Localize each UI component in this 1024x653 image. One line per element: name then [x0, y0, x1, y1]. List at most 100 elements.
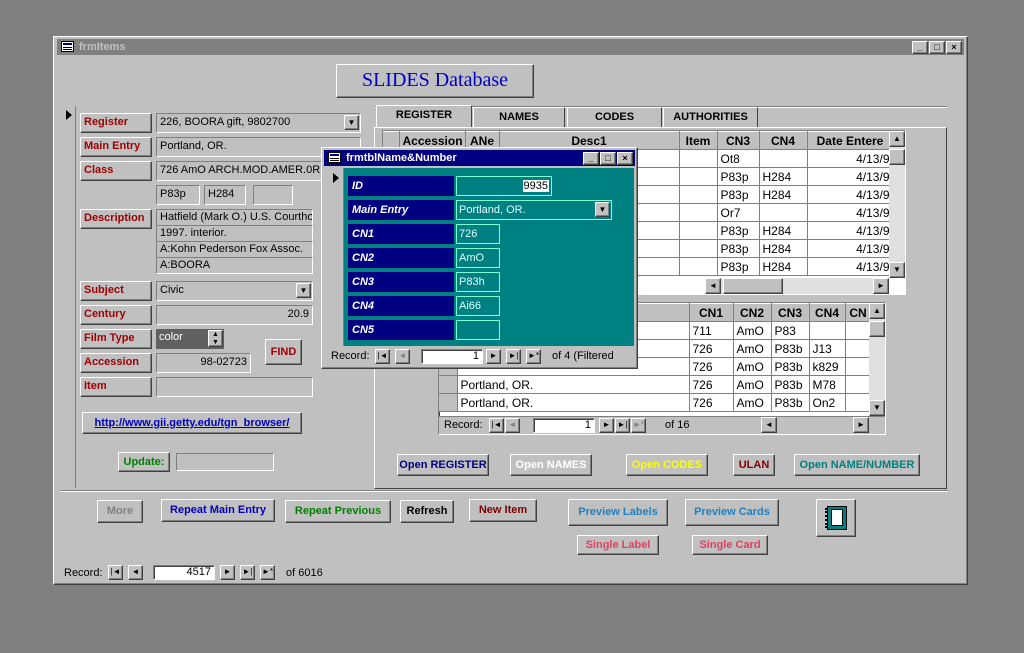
column-header[interactable]: CN: [845, 303, 872, 322]
open-codes-button[interactable]: Open CODES: [626, 454, 708, 476]
popup-cn3-field[interactable]: P83h: [456, 272, 500, 292]
table-cell[interactable]: P83p: [717, 221, 760, 240]
table-cell[interactable]: P83b: [771, 357, 810, 376]
last-record-button[interactable]: ►|: [506, 349, 521, 364]
register-vscroll[interactable]: ▲ ▼: [889, 131, 905, 278]
open-names-button[interactable]: Open NAMES: [510, 454, 592, 476]
more-button[interactable]: More: [97, 500, 143, 523]
maximize-button[interactable]: □: [929, 41, 945, 54]
table-cell[interactable]: [845, 339, 872, 358]
scroll-down-icon[interactable]: ▼: [889, 262, 905, 278]
scroll-up-icon[interactable]: ▲: [869, 303, 885, 319]
table-cell[interactable]: 726: [689, 357, 734, 376]
table-cell[interactable]: [679, 185, 718, 204]
table-cell[interactable]: [845, 357, 872, 376]
film-type-spin-icon[interactable]: ▲ ▼: [208, 330, 223, 347]
popup-cn4-field[interactable]: Ai66: [456, 296, 500, 316]
class-sub3[interactable]: [253, 185, 293, 205]
popup-id-field[interactable]: 9935: [456, 176, 552, 196]
record-number-input[interactable]: 1: [421, 349, 483, 364]
popup-main-entry-combo[interactable]: Portland, OR. ▼: [456, 200, 612, 220]
table-cell[interactable]: [679, 221, 718, 240]
column-header[interactable]: Date Entere: [807, 131, 894, 150]
preview-cards-button[interactable]: Preview Cards: [685, 499, 779, 526]
table-cell[interactable]: [679, 257, 718, 276]
table-cell[interactable]: J13: [809, 339, 846, 358]
accession-field[interactable]: 98-02723: [156, 353, 251, 373]
scroll-left-icon[interactable]: ◄: [761, 417, 777, 433]
popup-titlebar[interactable]: frmtblName&Number _ □ ×: [324, 150, 635, 166]
table-cell[interactable]: P83b: [771, 393, 810, 412]
minimize-button[interactable]: _: [912, 41, 928, 54]
table-cell[interactable]: [809, 321, 846, 340]
column-header[interactable]: CN3: [771, 303, 810, 322]
update-field[interactable]: [176, 453, 274, 471]
table-cell[interactable]: AmO: [733, 321, 772, 340]
maximize-button[interactable]: □: [600, 152, 616, 165]
scroll-left-icon[interactable]: ◄: [705, 278, 721, 294]
register-dropdown-icon[interactable]: ▼: [344, 115, 359, 130]
table-cell[interactable]: P83: [771, 321, 810, 340]
register-hscroll[interactable]: ◄ ►: [705, 278, 889, 294]
register-combo[interactable]: 226, BOORA gift, 9802700 ▼: [156, 113, 361, 133]
tab-register[interactable]: REGISTER: [376, 105, 472, 127]
table-cell[interactable]: 4/13/9: [807, 203, 894, 222]
table-cell[interactable]: P83p: [717, 239, 760, 258]
table-cell[interactable]: H284: [759, 167, 808, 186]
new-record-button[interactable]: ►*: [260, 565, 275, 580]
main-entry-dropdown-icon[interactable]: ▼: [595, 202, 610, 217]
table-cell[interactable]: 4/13/9: [807, 167, 894, 186]
hscroll-thumb[interactable]: [723, 278, 783, 294]
popup-selector[interactable]: [326, 168, 344, 346]
close-button[interactable]: ×: [617, 152, 633, 165]
first-record-button[interactable]: |◄: [489, 418, 504, 433]
table-cell[interactable]: 726: [689, 393, 734, 412]
record-number-input[interactable]: 1: [533, 418, 595, 433]
table-cell[interactable]: AmO: [733, 375, 772, 394]
tab-authorities[interactable]: AUTHORITIES: [663, 107, 758, 127]
row-selector[interactable]: [439, 375, 458, 394]
class-sub2[interactable]: H284: [204, 185, 246, 205]
first-record-button[interactable]: |◄: [375, 349, 390, 364]
repeat-main-entry-button[interactable]: Repeat Main Entry: [161, 499, 275, 522]
table-cell[interactable]: 4/13/9: [807, 257, 894, 276]
ulan-button[interactable]: ULAN: [733, 454, 775, 476]
table-cell[interactable]: Ot8: [717, 149, 760, 168]
popup-cn2-field[interactable]: AmO: [456, 248, 500, 268]
next-record-button[interactable]: ►: [486, 349, 501, 364]
column-header[interactable]: CN1: [689, 303, 734, 322]
table-cell[interactable]: H284: [759, 239, 808, 258]
table-cell[interactable]: [679, 149, 718, 168]
repeat-previous-button[interactable]: Repeat Previous: [285, 500, 391, 523]
table-cell[interactable]: [845, 321, 872, 340]
prev-record-button[interactable]: ◄: [128, 565, 143, 580]
table-cell[interactable]: [845, 375, 872, 394]
single-label-button[interactable]: Single Label: [577, 535, 659, 555]
table-row[interactable]: Portland, OR. 726 AmO P83b On2: [439, 393, 872, 412]
open-name-number-button[interactable]: Open NAME/NUMBER: [794, 454, 920, 476]
item-field[interactable]: [156, 377, 313, 397]
table-cell[interactable]: 711: [689, 321, 734, 340]
table-cell[interactable]: H284: [759, 257, 808, 276]
main-window-titlebar[interactable]: frmItems _ □ ×: [57, 39, 964, 55]
last-record-button[interactable]: ►|: [615, 418, 630, 433]
table-cell[interactable]: On2: [809, 393, 846, 412]
description-line-3[interactable]: A:Kohn Pederson Fox Assoc.: [156, 241, 313, 258]
century-field[interactable]: 20.9: [156, 305, 313, 325]
new-record-button[interactable]: ►*: [631, 418, 646, 433]
scroll-up-icon[interactable]: ▲: [889, 131, 905, 147]
table-cell[interactable]: [679, 239, 718, 258]
popup-cn5-field[interactable]: [456, 320, 500, 340]
refresh-button[interactable]: Refresh: [400, 500, 454, 523]
prev-record-button[interactable]: ◄: [505, 418, 520, 433]
single-card-button[interactable]: Single Card: [692, 535, 768, 555]
table-cell[interactable]: 4/13/9: [807, 221, 894, 240]
table-cell[interactable]: 726: [689, 339, 734, 358]
popup-cn1-field[interactable]: 726: [456, 224, 500, 244]
table-cell[interactable]: 726: [689, 375, 734, 394]
table-cell[interactable]: [759, 149, 808, 168]
minimize-button[interactable]: _: [583, 152, 599, 165]
record-number-input[interactable]: 4517: [153, 565, 215, 580]
new-item-button[interactable]: New Item: [469, 499, 537, 522]
row-selector[interactable]: [439, 393, 458, 412]
